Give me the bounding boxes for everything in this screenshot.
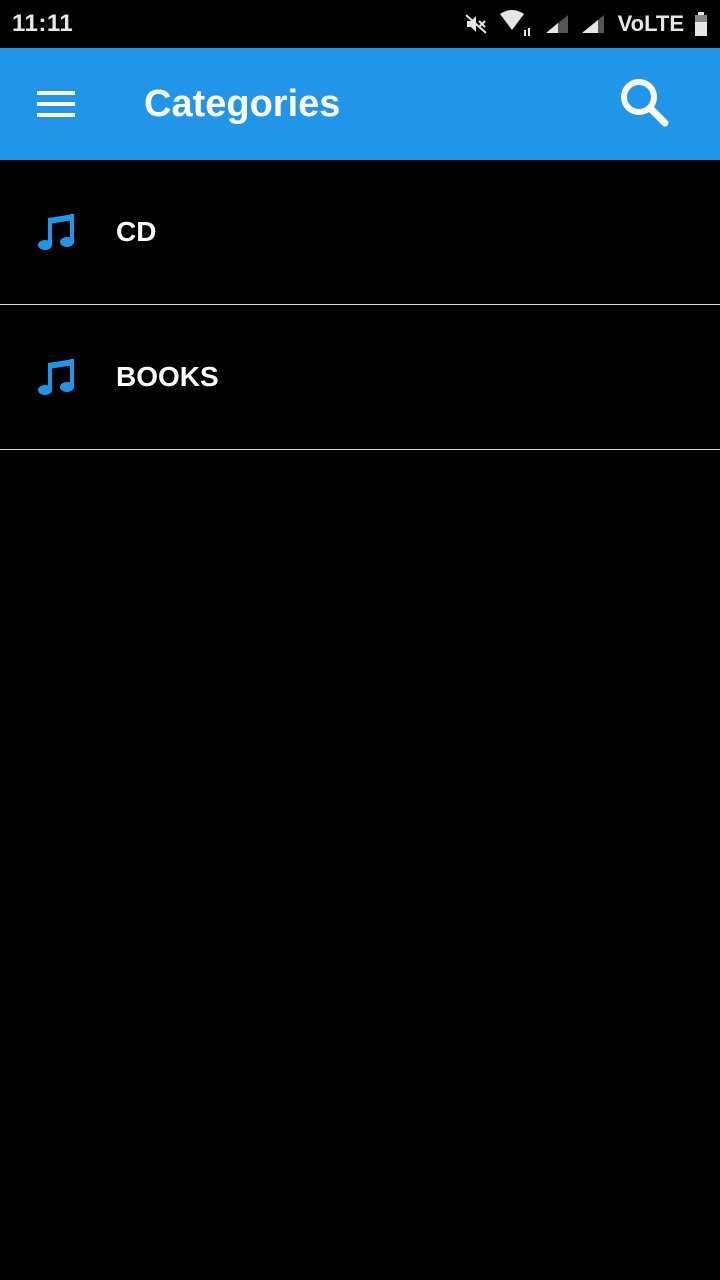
page-title: Categories: [144, 83, 341, 125]
mute-icon: [464, 12, 488, 36]
search-icon: [618, 76, 670, 133]
status-icons: VoLTE: [464, 10, 708, 38]
hamburger-menu-icon: [37, 90, 75, 118]
music-note-icon: [36, 355, 80, 399]
screen: 11:11 VoLTE Categories CD BOOKS: [0, 0, 720, 1280]
search-button[interactable]: [608, 74, 680, 134]
category-list: CD BOOKS: [0, 160, 720, 450]
list-item-label: CD: [116, 216, 157, 247]
menu-button[interactable]: [24, 74, 88, 134]
list-item-label: BOOKS: [116, 361, 219, 392]
wifi-icon: [498, 10, 534, 38]
status-time: 11:11: [12, 10, 74, 37]
signal-icon: [544, 13, 570, 35]
app-bar: Categories: [0, 48, 720, 160]
list-item-books[interactable]: BOOKS: [0, 305, 720, 450]
battery-icon: [694, 12, 708, 36]
signal-icon: [580, 13, 606, 35]
list-item-cd[interactable]: CD: [0, 160, 720, 305]
music-note-icon: [36, 210, 80, 254]
status-bar: 11:11 VoLTE: [0, 0, 720, 48]
network-type-label: VoLTE: [617, 11, 684, 36]
